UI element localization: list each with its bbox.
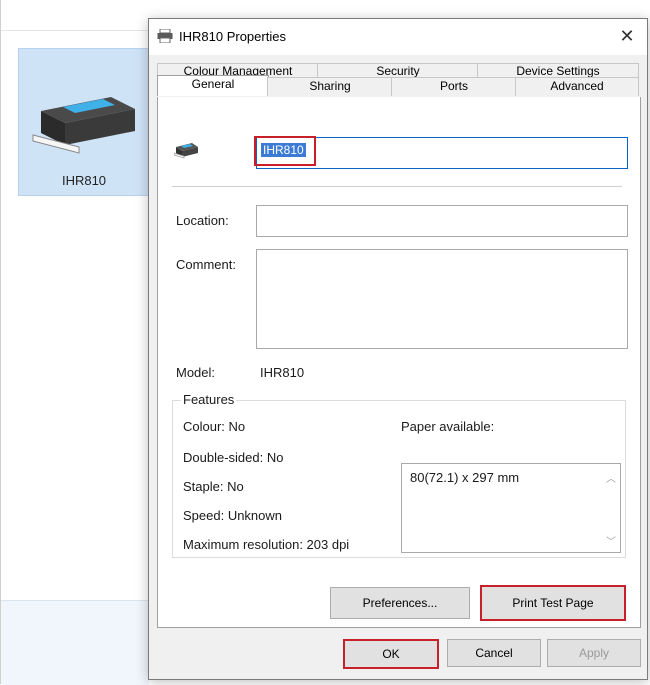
- model-value: IHR810: [260, 365, 305, 380]
- printer-icon: [157, 29, 173, 43]
- print-test-page-button[interactable]: Print Test Page: [480, 585, 626, 621]
- printer-tile[interactable]: IHR810: [18, 48, 150, 196]
- properties-dialog: IHR810 Properties ✕ Colour Management Se…: [148, 18, 648, 680]
- highlight-box-name: [254, 136, 316, 166]
- ok-button[interactable]: OK: [343, 639, 439, 669]
- tab-label: Advanced: [550, 79, 604, 93]
- features-group: Features Colour: No Double-sided: No Sta…: [172, 392, 626, 558]
- scroll-up-icon[interactable]: ︿: [606, 470, 616, 485]
- tab-general[interactable]: General: [157, 75, 269, 96]
- tab-sharing[interactable]: Sharing: [267, 77, 393, 96]
- feature-max-resolution: Maximum resolution: 203 dpi: [183, 537, 350, 552]
- comment-label: Comment:: [176, 257, 236, 272]
- tab-label: General: [191, 77, 235, 91]
- tab-label: Security: [376, 64, 420, 78]
- preferences-button[interactable]: Preferences...: [330, 587, 470, 619]
- feature-staple: Staple: No: [183, 479, 244, 494]
- features-title: Features: [181, 392, 237, 407]
- feature-double-sided: Double-sided: No: [183, 450, 284, 465]
- close-button[interactable]: ✕: [617, 25, 637, 47]
- printer-tile-label: IHR810: [61, 173, 107, 188]
- dialog-title: IHR810 Properties: [179, 29, 286, 44]
- tab-ports[interactable]: Ports: [391, 77, 517, 96]
- feature-colour: Colour: No: [183, 419, 246, 434]
- general-panel: IHR810 Location: Comment: Model: IHR810 …: [157, 97, 641, 628]
- paper-list[interactable]: 80(72.1) x 297 mm ︿ ﹀: [401, 463, 621, 553]
- cancel-button[interactable]: Cancel: [447, 639, 541, 667]
- tab-label: Device Settings: [516, 64, 600, 78]
- tab-label: Sharing: [309, 79, 351, 93]
- apply-button[interactable]: Apply: [547, 639, 641, 667]
- feature-speed: Speed: Unknown: [183, 508, 283, 523]
- tab-label: Ports: [439, 79, 468, 93]
- model-label: Model:: [176, 365, 216, 380]
- printer-icon: [174, 143, 198, 159]
- location-label: Location:: [176, 213, 229, 228]
- paper-available-label: Paper available:: [401, 419, 495, 434]
- tab-row-bottom: General Sharing Ports Advanced: [157, 75, 639, 98]
- location-input[interactable]: [256, 205, 628, 237]
- title-bar[interactable]: IHR810 Properties ✕: [149, 19, 647, 55]
- comment-textarea[interactable]: [256, 249, 628, 349]
- explorer-bottom-panel: [1, 600, 149, 685]
- printer-large-icon: [32, 97, 135, 154]
- divider: [1, 30, 149, 31]
- divider: [172, 186, 622, 187]
- tab-advanced[interactable]: Advanced: [515, 77, 639, 96]
- paper-item[interactable]: 80(72.1) x 297 mm: [410, 470, 519, 485]
- scroll-down-icon[interactable]: ﹀: [606, 533, 616, 548]
